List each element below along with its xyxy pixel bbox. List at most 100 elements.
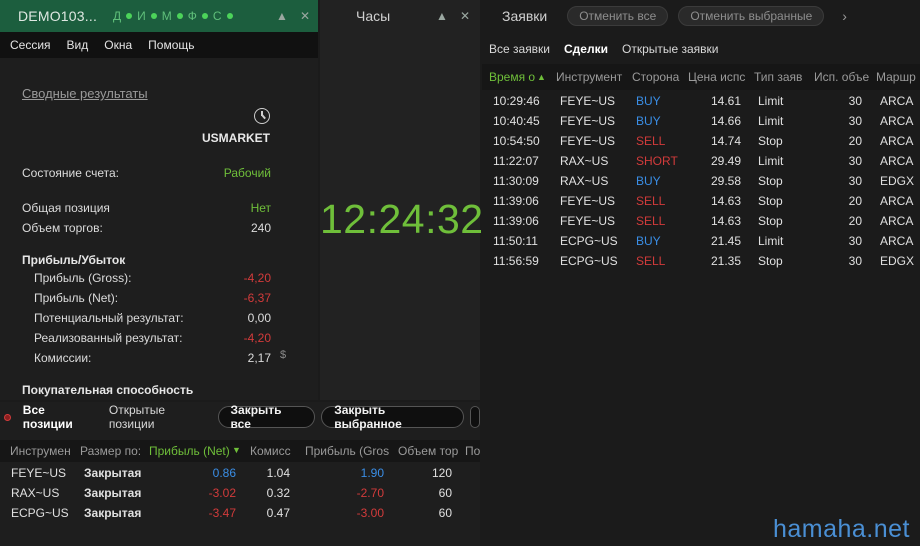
collapse-icon[interactable]: ▲ (436, 9, 448, 23)
trade-volume-label: Объем торгов: (22, 221, 103, 235)
chevron-right-icon[interactable]: › (842, 8, 847, 24)
cell-price: 14.74 (711, 134, 742, 148)
account-window-controls: ▲ ✕ (276, 9, 310, 23)
col-pos-gross[interactable]: Прибыль (Gros (305, 444, 393, 458)
close-icon[interactable]: ✕ (300, 9, 310, 23)
total-position-row: Общая позиция Нет (22, 201, 271, 215)
cell-side: SELL (636, 214, 666, 228)
table-row[interactable]: 11:56:59 ECPG~US SELL 21.35 Stop 30 EDGX (482, 252, 920, 272)
cell-pos-net: -3.02 (208, 486, 236, 500)
table-row[interactable]: 11:30:09 RAX~US BUY 29.58 Stop 30 EDGX (482, 172, 920, 192)
col-filled-qty[interactable]: Исп. объе (814, 70, 870, 84)
menu-windows[interactable]: Окна (104, 38, 132, 52)
table-row[interactable]: 10:40:45 FEYE~US BUY 14.66 Limit 30 ARCA (482, 112, 920, 132)
tab-open-positions[interactable]: Открытые позиции (109, 403, 210, 431)
table-row[interactable]: ECPG~US Закрытая -3.47 0.47 -3.00 60 (0, 504, 480, 524)
sort-down-icon[interactable]: ▼ (232, 445, 241, 455)
table-row[interactable]: 11:50:11 ECPG~US BUY 21.45 Limit 30 ARCA (482, 232, 920, 252)
account-title-bar[interactable]: DEMO103... Д И М Ф С ▲ ✕ (0, 0, 318, 32)
cell-pos-instrument: FEYE~US (11, 466, 67, 480)
cell-instrument: FEYE~US (560, 214, 616, 228)
col-pos-instrument[interactable]: Инструмен (10, 444, 74, 458)
cell-instrument: FEYE~US (560, 114, 616, 128)
clock-window-controls: ▲ ✕ (436, 9, 470, 23)
close-selected-button[interactable]: Закрыть выбранное (321, 403, 465, 431)
col-pos-commission[interactable]: Комисс (250, 444, 298, 458)
cell-type: Limit (758, 234, 784, 248)
col-price[interactable]: Цена испс (688, 70, 746, 84)
col-pos-size[interactable]: Размер по: (80, 444, 142, 458)
close-icon[interactable]: ✕ (460, 9, 470, 23)
watermark: hamaha.net (772, 515, 910, 543)
table-row[interactable]: 11:22:07 RAX~US SHORT 29.49 Limit 30 ARCA (482, 152, 920, 172)
menu-help[interactable]: Помощь (148, 38, 194, 52)
commission-value: 2,17 (247, 351, 271, 365)
table-row[interactable]: 11:39:06 FEYE~US SELL 14.63 Stop 20 ARCA (482, 192, 920, 212)
col-side[interactable]: Сторона (632, 70, 684, 84)
cell-type: Stop (758, 134, 783, 148)
tab-open-orders[interactable]: Открытые заявки (622, 42, 719, 56)
gross-profit-value: -4,20 (243, 271, 271, 285)
table-row[interactable]: 10:29:46 FEYE~US BUY 14.61 Limit 30 ARCA (482, 92, 920, 112)
cell-route: ARCA (880, 234, 914, 248)
sort-up-icon[interactable]: ▲ (537, 72, 547, 82)
tab-all-positions[interactable]: Все позиции (23, 403, 95, 431)
cancel-selected-button[interactable]: Отменить выбранные (678, 6, 825, 26)
indicator-f[interactable]: Ф (188, 9, 197, 23)
clock-title-bar[interactable]: Часы ▲ ✕ (320, 0, 480, 32)
collapse-icon[interactable]: ▲ (276, 9, 288, 23)
col-pos-volume[interactable]: Объем тор (398, 444, 458, 458)
col-instrument[interactable]: Инструмент (556, 70, 628, 84)
menu-bar: Сессия Вид Окна Помощь (0, 32, 318, 58)
table-row[interactable]: RAX~US Закрытая -3.02 0.32 -2.70 60 (0, 484, 480, 504)
buying-power-heading: Покупательная способность (22, 383, 194, 397)
status-dot-icon (201, 13, 208, 19)
more-button[interactable] (470, 406, 481, 428)
cell-type: Stop (758, 254, 783, 268)
commission-label: Комиссии: (34, 351, 92, 365)
cell-qty: 20 (848, 214, 862, 228)
cell-route: ARCA (880, 214, 914, 228)
cell-pos-gross: -2.70 (356, 486, 384, 500)
tab-trades[interactable]: Сделки (564, 42, 608, 56)
table-row[interactable]: 11:39:06 FEYE~US SELL 14.63 Stop 20 ARCA (482, 212, 920, 232)
potential-result-row: Потенциальный результат: 0,00 (34, 311, 271, 325)
col-order-type[interactable]: Тип заяв (754, 70, 806, 84)
cell-type: Stop (758, 174, 783, 188)
menu-session[interactable]: Сессия (10, 38, 51, 52)
orders-title-bar: Заявки Отменить все Отменить выбранные › (482, 0, 920, 32)
table-row[interactable]: 10:54:50 FEYE~US SELL 14.74 Stop 20 ARCA (482, 132, 920, 152)
cell-qty: 30 (848, 234, 862, 248)
cell-time: 11:39:06 (493, 194, 539, 208)
col-route[interactable]: Маршр (876, 70, 920, 84)
status-dot-icon (226, 13, 233, 19)
total-position-value: Нет (250, 201, 271, 215)
cell-price: 14.66 (711, 114, 742, 128)
cell-instrument: ECPG~US (560, 234, 618, 248)
gross-profit-row: Прибыль (Gross): -4,20 (34, 271, 271, 285)
cell-time: 11:30:09 (493, 174, 539, 188)
cell-qty: 30 (848, 94, 862, 108)
cell-qty: 20 (848, 134, 862, 148)
indicator-s[interactable]: С (213, 9, 222, 23)
menu-view[interactable]: Вид (67, 38, 89, 52)
cell-type: Limit (758, 94, 784, 108)
cell-side: BUY (636, 234, 661, 248)
summary-results-link[interactable]: Сводные результаты (22, 86, 148, 101)
clock-title: Часы (356, 8, 391, 24)
potential-result-value: 0,00 (247, 311, 271, 325)
close-all-button[interactable]: Закрыть все (217, 403, 316, 431)
col-pos-net[interactable]: Прибыль (Net) (149, 444, 231, 458)
clock-icon[interactable] (254, 108, 270, 124)
cell-qty: 30 (848, 254, 862, 268)
cancel-all-button[interactable]: Отменить все (567, 6, 669, 26)
commission-currency: $ (280, 349, 287, 361)
cell-qty: 30 (848, 114, 862, 128)
tab-all-orders[interactable]: Все заявки (489, 42, 550, 56)
col-pos-more[interactable]: По (465, 444, 480, 458)
indicator-d[interactable]: Д (113, 9, 121, 23)
table-row[interactable]: FEYE~US Закрытая 0.86 1.04 1.90 120 (0, 464, 480, 484)
indicator-i[interactable]: И (137, 9, 146, 23)
indicator-m[interactable]: М (162, 9, 172, 23)
cell-qty: 20 (848, 194, 862, 208)
